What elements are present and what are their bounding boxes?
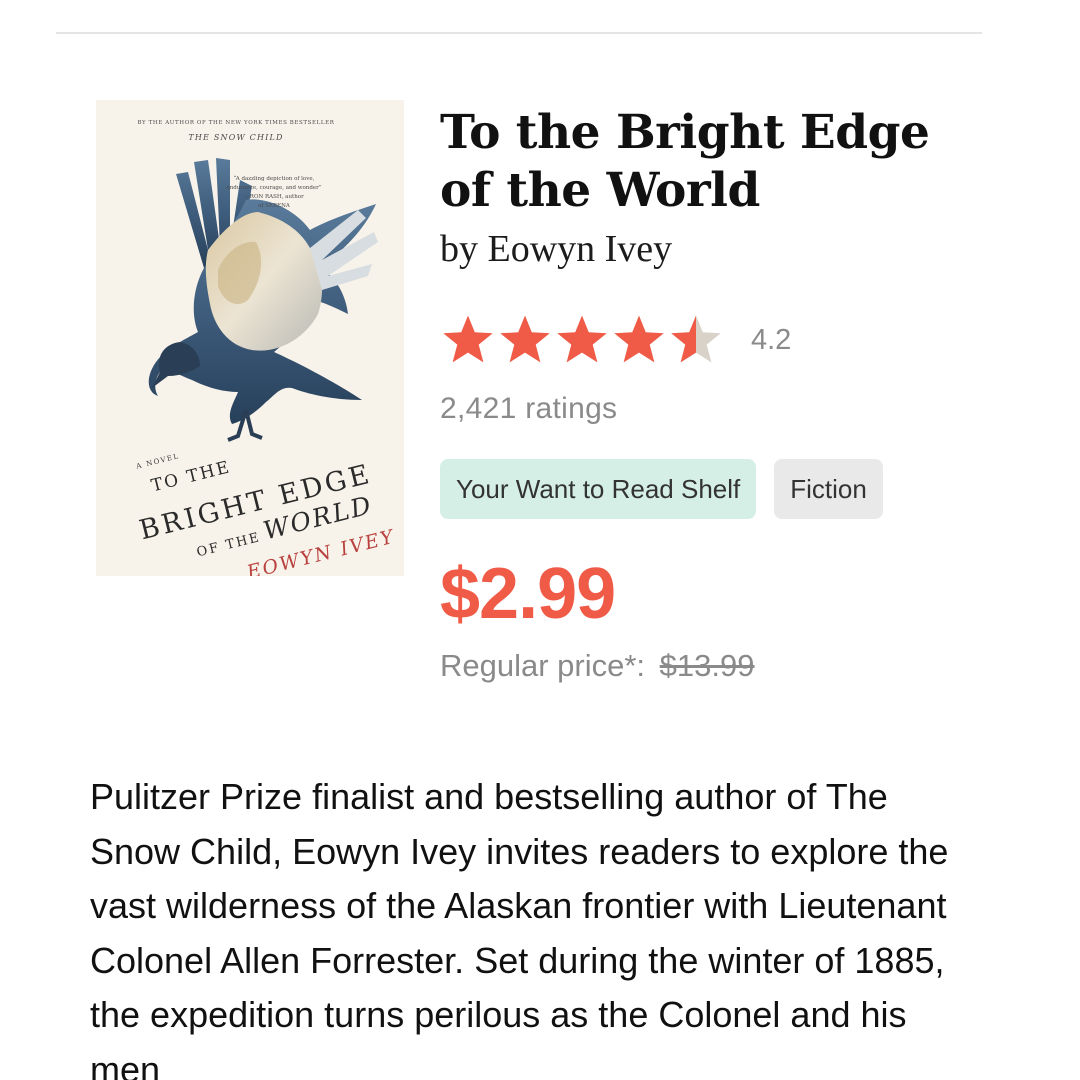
regular-price-value: $13.99 [659, 648, 755, 683]
book-cover[interactable]: BY THE AUTHOR OF THE NEW YORK TIMES BEST… [96, 100, 404, 576]
byline-prefix: by [440, 228, 478, 270]
book-description: Pulitzer Prize finalist and bestselling … [90, 776, 949, 1080]
genre-chip[interactable]: Fiction [774, 459, 883, 519]
cover-top-line: BY THE AUTHOR OF THE NEW YORK TIMES BEST… [137, 120, 334, 126]
book-cover-art: BY THE AUTHOR OF THE NEW YORK TIMES BEST… [96, 100, 404, 576]
rating-value: 4.2 [751, 323, 792, 356]
book-title: To the Bright Edge of the World [440, 105, 930, 218]
svg-text:“A dazzling depiction of love,: “A dazzling depiction of love, [234, 175, 315, 182]
regular-price: Regular price*: $13.99 [440, 648, 755, 684]
top-divider [56, 32, 982, 34]
author-link[interactable]: Eowyn Ivey [488, 228, 673, 270]
star-icon [557, 315, 607, 363]
shelf-chip[interactable]: Your Want to Read Shelf [440, 459, 757, 519]
byline: by Eowyn Ivey [440, 224, 1040, 274]
star-icon [500, 315, 550, 363]
regular-price-label: Regular price*: [440, 648, 646, 683]
sale-price: $2.99 [440, 554, 616, 634]
svg-text:—RON RASH, author: —RON RASH, author [244, 194, 304, 200]
rating-row: 4.2 [440, 310, 791, 370]
cover-top-title: THE SNOW CHILD [188, 133, 283, 142]
svg-text:of SERENA: of SERENA [258, 203, 291, 209]
star-icon-partial [671, 315, 721, 363]
star-rating [440, 312, 725, 368]
book-detail-page: BY THE AUTHOR OF THE NEW YORK TIMES BEST… [0, 0, 1080, 1080]
star-icon [443, 315, 493, 363]
svg-text:endurance, courage, and wonder: endurance, courage, and wonder” [226, 185, 321, 191]
book-info: To the Bright Edge of the World by Eowyn… [440, 104, 1040, 683]
ratings-count[interactable]: 2,421 ratings [440, 392, 617, 426]
star-icon [614, 315, 664, 363]
chip-row: Your Want to Read Shelf Fiction [440, 459, 901, 519]
